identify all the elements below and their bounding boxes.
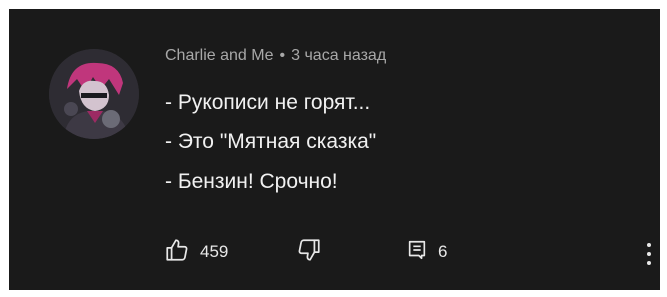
comment-line-2: - Это "Мятная сказка" (165, 130, 377, 153)
thumbs-down-icon (296, 237, 322, 268)
replies-button[interactable]: 6 (406, 235, 447, 269)
more-vertical-icon[interactable] (639, 239, 659, 269)
like-count: 459 (200, 242, 229, 261)
comment-timestamp[interactable]: 3 часа назад (291, 47, 386, 64)
more-dot (647, 243, 651, 247)
like-button[interactable]: 459 (164, 235, 228, 269)
avatar-image (49, 49, 139, 139)
meta-separator: • (279, 47, 286, 64)
comment-header: Charlie and Me • 3 часа назад (165, 47, 386, 65)
comment-line-1: - Рукописи не горят... (165, 91, 371, 114)
comment-card: Charlie and Me • 3 часа назад - Рукописи н… (9, 9, 660, 290)
thumbs-up-icon (164, 237, 190, 268)
dislike-button[interactable] (296, 235, 322, 269)
comment-icon (406, 239, 428, 266)
more-dot (647, 252, 651, 256)
more-dot (647, 261, 651, 265)
reply-count: 6 (438, 242, 448, 261)
author-name[interactable]: Charlie and Me (165, 47, 274, 64)
avatar[interactable] (49, 49, 139, 139)
comment-line-3: - Бензин! Срочно! (165, 170, 338, 193)
